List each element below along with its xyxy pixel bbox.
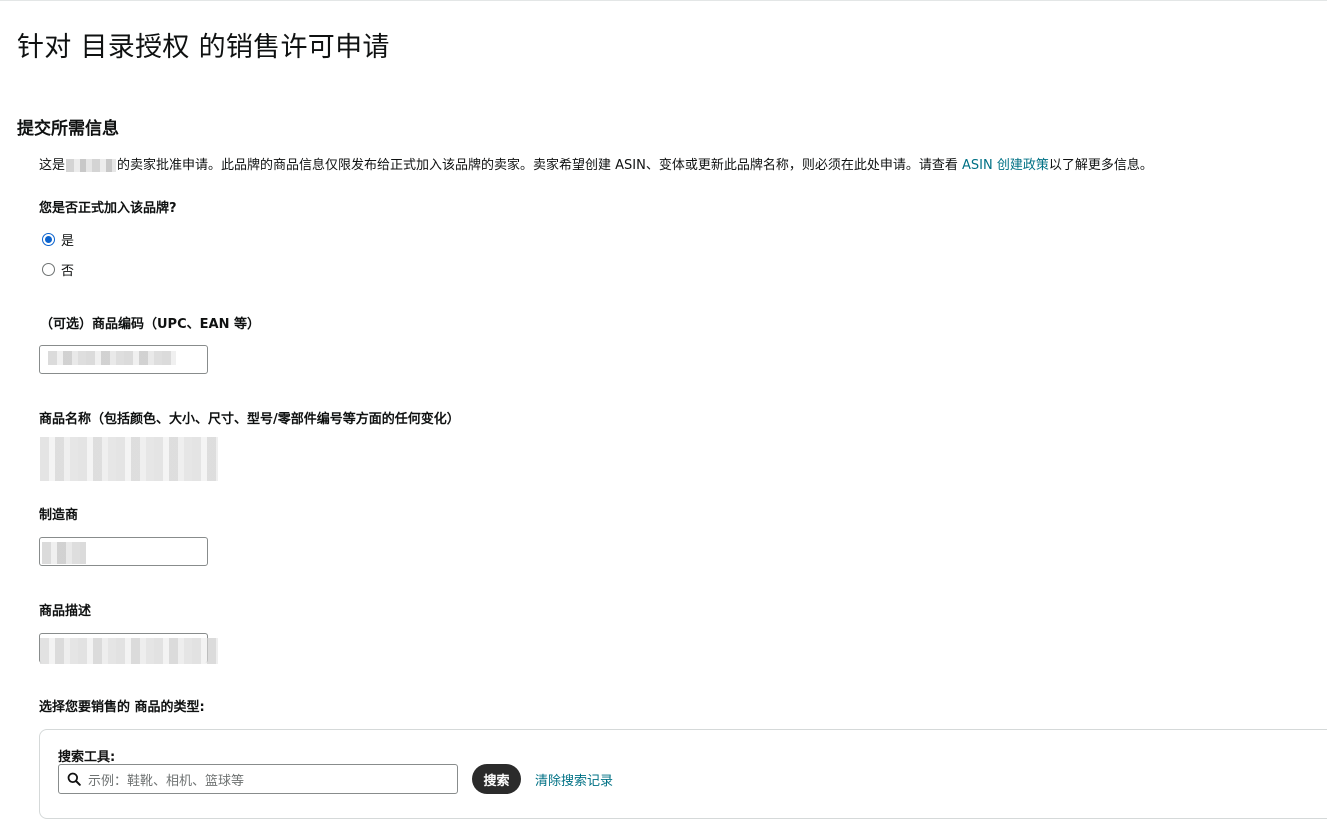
search-placeholder: 示例：鞋靴、相机、篮球等 (88, 773, 245, 789)
section-title: 提交所需信息 (17, 119, 119, 139)
category-label: 选择您要销售的 商品的类型: (39, 700, 205, 715)
radio-yes-button[interactable] (42, 233, 55, 246)
manufacturer-label: 制造商 (39, 508, 79, 523)
page-title: 针对 目录授权 的销售许可申请 (17, 32, 390, 63)
product-name-label: 商品名称（包括颜色、大小、尺寸、型号/零部件编号等方面的任何变化） (39, 412, 460, 427)
product-code-label: （可选）商品编码（UPC、EAN 等） (40, 317, 260, 332)
search-icon (67, 772, 81, 786)
product-code-input[interactable] (39, 345, 208, 374)
redacted-value (48, 351, 176, 365)
redacted-description (40, 638, 218, 664)
intro-text: 这是 的卖家批准申请。此品牌的商品信息仅限发布给正式加入该品牌的卖家。卖家希望创建… (39, 154, 1153, 173)
manufacturer-input[interactable] (39, 537, 208, 566)
intro-middle: 的卖家批准申请。此品牌的商品信息仅限发布给正式加入该品牌的卖家。卖家希望创建 A… (117, 158, 962, 173)
radio-no-label: 否 (61, 264, 75, 279)
search-button[interactable]: 搜索 (472, 764, 521, 794)
intro-suffix: 以了解更多信息。 (1048, 158, 1153, 173)
radio-option-no[interactable]: 否 (42, 260, 74, 279)
redacted-value (42, 542, 86, 564)
category-search-input[interactable]: 示例：鞋靴、相机、篮球等 (58, 764, 458, 794)
top-divider (0, 0, 1327, 1)
intro-prefix: 这是 (39, 158, 66, 173)
search-tool-label: 搜索工具: (58, 750, 116, 765)
brand-question-label: 您是否正式加入该品牌? (39, 201, 177, 216)
radio-yes-label: 是 (61, 234, 75, 249)
asin-policy-link[interactable]: ASIN 创建政策 (962, 158, 1049, 173)
product-name-input[interactable] (40, 437, 218, 481)
clear-search-link[interactable]: 清除搜索记录 (535, 770, 613, 789)
redacted-brand-name (66, 159, 117, 172)
radio-option-yes[interactable]: 是 (42, 230, 74, 249)
radio-no-button[interactable] (42, 263, 55, 276)
description-label: 商品描述 (39, 604, 92, 619)
